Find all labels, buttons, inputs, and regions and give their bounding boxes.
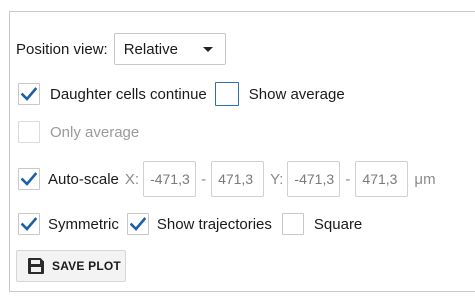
square-label: Square <box>313 215 363 233</box>
save-plot-label: SAVE PLOT <box>52 259 121 273</box>
y-max-input[interactable]: 471,3 <box>355 161 409 197</box>
y-axis-label: Y: <box>270 170 284 188</box>
x-max-input[interactable]: 471,3 <box>211 161 265 197</box>
x-min-input[interactable]: -471,3 <box>143 161 197 197</box>
checkmark-icon <box>129 217 146 231</box>
square-checkbox[interactable] <box>281 213 304 235</box>
only-average-label: Only average <box>50 123 140 141</box>
position-view-row: Position view: Relative <box>16 32 226 66</box>
chevron-down-icon <box>202 47 213 52</box>
show-trajectories-checkbox[interactable] <box>126 213 149 235</box>
y-range-separator: - <box>345 170 351 188</box>
daughter-cells-checkbox[interactable] <box>18 83 40 105</box>
auto-scale-checkbox[interactable] <box>18 168 40 190</box>
auto-scale-row: Auto-scale X: -471,3 - 471,3 Y: -471,3 -… <box>18 161 436 197</box>
display-options-row: Symmetric Show trajectories Square <box>18 211 362 237</box>
unit-label: μm <box>414 170 436 188</box>
save-row: SAVE PLOT <box>16 250 126 282</box>
x-axis-label: X: <box>124 170 140 188</box>
save-plot-button[interactable]: SAVE PLOT <box>16 250 126 282</box>
only-average-checkbox[interactable] <box>18 121 40 143</box>
checkmark-icon <box>21 172 37 186</box>
x-range-separator: - <box>201 170 207 188</box>
position-view-selected: Relative <box>123 40 178 58</box>
auto-scale-label: Auto-scale <box>48 170 119 188</box>
position-view-label: Position view: <box>16 40 108 58</box>
show-trajectories-label: Show trajectories <box>156 215 272 233</box>
checkmark-icon <box>21 217 37 231</box>
checkmark-icon <box>21 87 37 101</box>
floppy-disk-icon <box>28 258 44 274</box>
daughter-cells-label: Daughter cells continue <box>50 85 207 103</box>
symmetric-checkbox[interactable] <box>18 213 40 235</box>
symmetric-label: Symmetric <box>48 215 119 233</box>
only-average-row: Only average <box>18 119 139 145</box>
y-min-input[interactable]: -471,3 <box>287 161 341 197</box>
daughter-cells-row: Daughter cells continue Show average <box>18 81 345 107</box>
show-average-label: Show average <box>248 85 345 103</box>
show-average-checkbox[interactable] <box>214 82 239 106</box>
position-view-select[interactable]: Relative <box>113 33 226 65</box>
